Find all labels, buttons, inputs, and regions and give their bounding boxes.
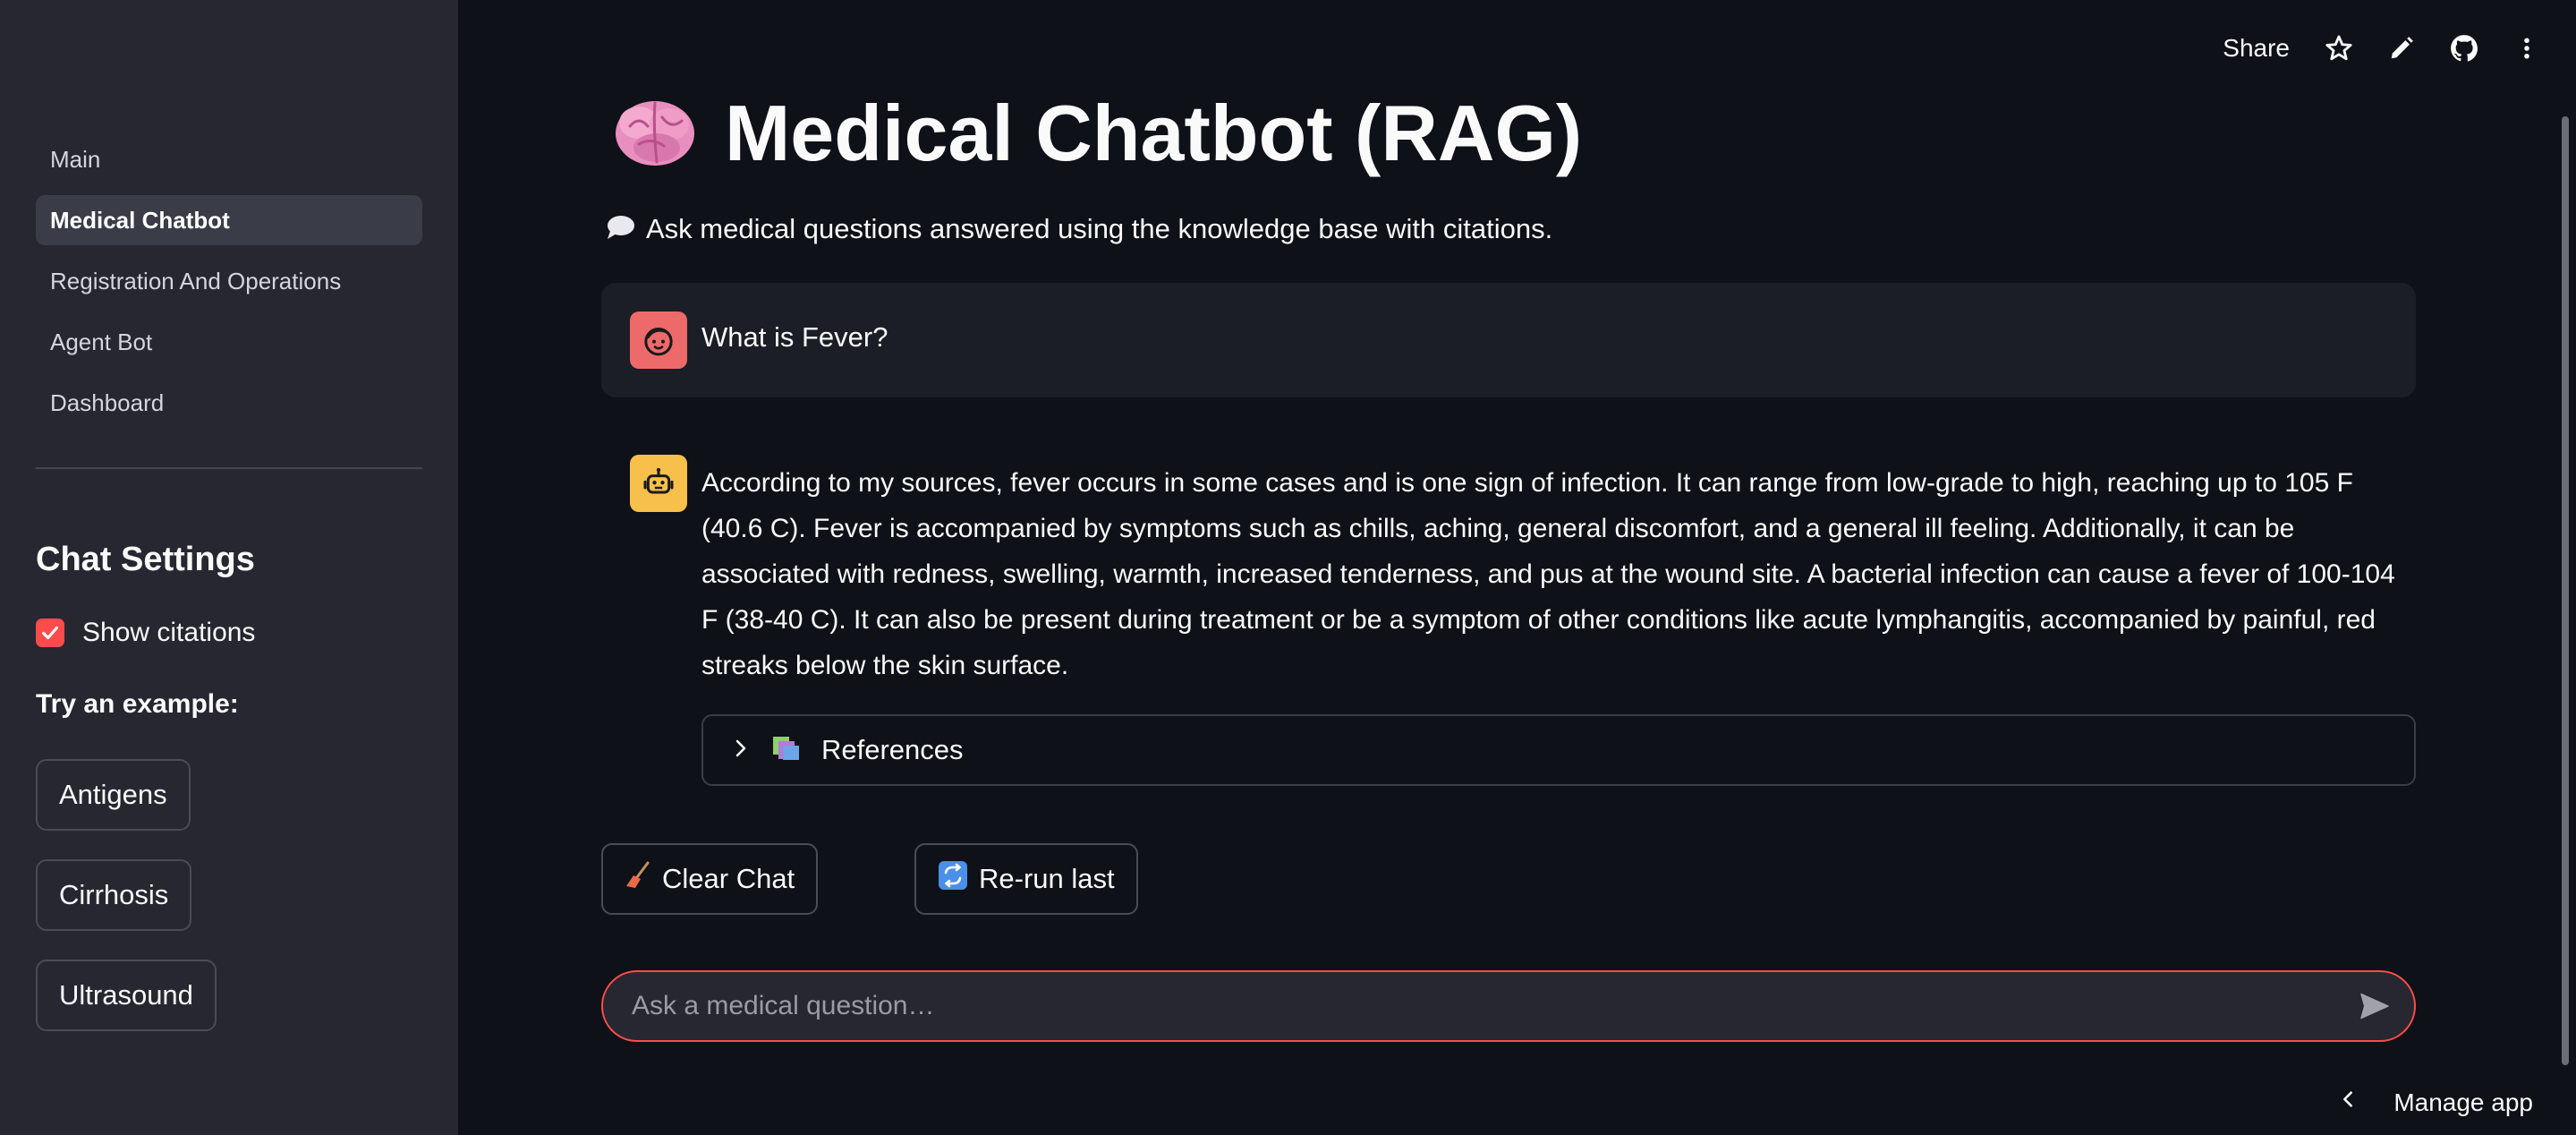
chevron-right-icon bbox=[730, 738, 752, 764]
sidebar-item-registration-and-operations[interactable]: Registration And Operations bbox=[36, 256, 422, 306]
assistant-chat-message: According to my sources, fever occurs in… bbox=[601, 455, 2416, 795]
sidebar-item-agent-bot[interactable]: Agent Bot bbox=[36, 317, 422, 367]
speech-bubble-icon bbox=[605, 214, 635, 245]
title-row: Medical Chatbot (RAG) bbox=[612, 88, 1582, 179]
example-ultrasound-button[interactable]: Ultrasound bbox=[36, 960, 217, 1031]
checkmark-icon bbox=[42, 626, 58, 640]
sidebar-item-medical-chatbot[interactable]: Medical Chatbot bbox=[36, 195, 422, 245]
broom-icon bbox=[625, 861, 651, 897]
star-icon[interactable] bbox=[2324, 33, 2354, 64]
show-citations-toggle[interactable]: Show citations bbox=[36, 618, 255, 648]
more-vertical-icon[interactable] bbox=[2513, 33, 2540, 64]
books-icon bbox=[771, 735, 802, 766]
try-example-label: Try an example: bbox=[36, 689, 239, 719]
sidebar-divider bbox=[36, 467, 422, 469]
manage-app-label: Manage app bbox=[2393, 1088, 2533, 1116]
sidebar-nav: Main Medical Chatbot Registration And Op… bbox=[36, 134, 422, 439]
clear-chat-label: Clear Chat bbox=[662, 863, 795, 894]
chat-input-container bbox=[601, 970, 2416, 1042]
user-chat-message: What is Fever? bbox=[601, 283, 2416, 397]
assistant-avatar bbox=[630, 455, 687, 512]
chat-input[interactable] bbox=[632, 972, 2332, 1040]
references-label: References bbox=[821, 734, 964, 765]
example-cirrhosis-button[interactable]: Cirrhosis bbox=[36, 859, 192, 931]
show-citations-label: Show citations bbox=[82, 618, 256, 647]
send-icon[interactable] bbox=[2357, 990, 2393, 1027]
chevron-left-icon bbox=[2338, 1088, 2358, 1117]
assistant-message-text: According to my sources, fever occurs in… bbox=[701, 468, 2395, 680]
user-avatar bbox=[630, 311, 687, 369]
user-face-icon bbox=[644, 328, 673, 356]
refresh-icon bbox=[938, 860, 968, 898]
chat-settings-heading: Chat Settings bbox=[36, 541, 255, 578]
references-expander[interactable]: References bbox=[701, 714, 2416, 786]
sidebar: Main Medical Chatbot Registration And Op… bbox=[0, 0, 458, 1135]
page-scrollbar[interactable] bbox=[2562, 116, 2569, 1065]
robot-icon bbox=[643, 467, 674, 494]
show-citations-checkbox[interactable] bbox=[36, 619, 64, 647]
manage-app-button[interactable]: Manage app bbox=[2338, 1088, 2533, 1117]
page-subtitle: Ask medical questions answered using the… bbox=[646, 213, 1553, 244]
clear-chat-button[interactable]: Clear Chat bbox=[601, 843, 819, 915]
app-root: Main Medical Chatbot Registration And Op… bbox=[0, 0, 2576, 1135]
page-title: Medical Chatbot (RAG) bbox=[725, 89, 1583, 177]
sidebar-item-main[interactable]: Main bbox=[36, 134, 422, 184]
brain-icon bbox=[612, 90, 698, 177]
subtitle-row: Ask medical questions answered using the… bbox=[605, 213, 1552, 245]
rerun-last-label: Re-run last bbox=[979, 863, 1115, 894]
sidebar-item-dashboard[interactable]: Dashboard bbox=[36, 378, 422, 428]
example-antigens-button[interactable]: Antigens bbox=[36, 759, 191, 831]
rerun-last-button[interactable]: Re-run last bbox=[914, 843, 1138, 915]
github-icon[interactable] bbox=[2449, 33, 2479, 64]
share-button[interactable]: Share bbox=[2223, 34, 2290, 63]
user-message-text: What is Fever? bbox=[701, 321, 888, 353]
top-toolbar: Share bbox=[2223, 25, 2540, 72]
pencil-icon[interactable] bbox=[2388, 35, 2415, 62]
